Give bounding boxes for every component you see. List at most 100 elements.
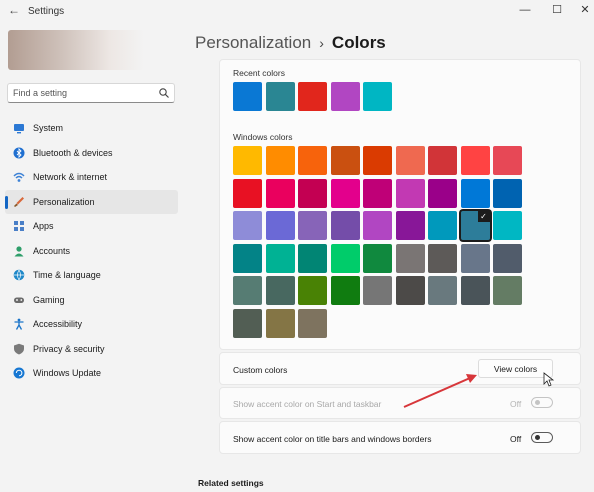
recent-color-swatch[interactable]	[265, 82, 295, 111]
windows-color-swatch[interactable]	[428, 243, 457, 273]
windows-color-swatch[interactable]	[265, 276, 295, 305]
accent-start-toggle[interactable]	[531, 397, 553, 408]
windows-color-swatch[interactable]	[298, 146, 327, 175]
windows-color-swatch[interactable]	[298, 211, 327, 240]
windows-color-swatch[interactable]	[265, 146, 295, 175]
accent-titlebar-row: Show accent color on title bars and wind…	[219, 421, 581, 454]
recent-color-swatch[interactable]	[330, 82, 360, 111]
windows-color-swatch[interactable]	[395, 276, 425, 305]
avatar[interactable]	[8, 30, 144, 70]
sidebar-item-apps[interactable]: Apps	[5, 214, 178, 239]
windows-color-swatch[interactable]	[428, 178, 457, 208]
windows-color-swatch[interactable]	[265, 243, 295, 273]
windows-color-swatch[interactable]	[330, 211, 360, 240]
brush-icon	[14, 196, 24, 207]
windows-color-swatch[interactable]	[233, 211, 262, 240]
windows-color-swatch[interactable]	[460, 146, 490, 175]
windows-color-swatch[interactable]	[330, 243, 360, 273]
recent-color-swatch[interactable]	[233, 82, 262, 111]
accent-start-label: Show accent color on Start and taskbar	[233, 399, 382, 409]
windows-color-swatch[interactable]	[460, 276, 490, 305]
view-colors-button[interactable]: View colors	[478, 359, 553, 378]
breadcrumb-parent[interactable]: Personalization	[195, 33, 311, 52]
accent-start-state: Off	[510, 399, 522, 409]
accent-titlebar-toggle[interactable]	[531, 432, 553, 443]
windows-color-swatch[interactable]	[493, 178, 522, 208]
windows-color-swatch[interactable]	[493, 276, 522, 305]
windows-color-swatch[interactable]	[265, 178, 295, 208]
sidebar-item-personalization[interactable]: Personalization	[5, 189, 178, 214]
windows-color-swatch[interactable]	[233, 276, 262, 305]
globe-clock-icon	[13, 269, 25, 281]
windows-color-swatch[interactable]	[298, 276, 327, 305]
sidebar-item-label: Gaming	[33, 294, 65, 305]
windows-color-swatch[interactable]	[363, 243, 392, 273]
custom-colors-row: Custom colors View colors	[219, 352, 581, 385]
windows-color-swatch[interactable]	[460, 178, 490, 208]
windows-color-swatch[interactable]	[428, 211, 457, 240]
sidebar-item-bluetooth-and-devices[interactable]: Bluetooth & devices	[5, 141, 178, 166]
recent-color-swatch[interactable]	[363, 82, 392, 111]
windows-color-swatch[interactable]	[330, 146, 360, 175]
sidebar-item-time-and-language[interactable]: Time & language	[5, 263, 178, 288]
search-box[interactable]	[7, 83, 175, 103]
windows-color-swatch[interactable]	[493, 146, 522, 175]
back-arrow-icon[interactable]: ←	[8, 3, 20, 17]
sidebar-item-label: Apps	[33, 221, 54, 231]
person-icon	[14, 245, 24, 256]
wifi-icon	[13, 172, 25, 182]
windows-colors-label: Windows colors	[233, 132, 293, 142]
related-settings-heading: Related settings	[198, 478, 264, 488]
sidebar-item-accounts[interactable]: Accounts	[5, 239, 178, 264]
windows-color-swatch[interactable]	[460, 243, 490, 273]
windows-color-swatch[interactable]	[233, 178, 262, 208]
app-title: Settings	[28, 6, 65, 17]
windows-color-swatch[interactable]	[330, 178, 360, 208]
windows-color-swatch[interactable]	[330, 276, 360, 305]
maximize-button[interactable]: ☐	[546, 1, 568, 19]
windows-color-swatch[interactable]	[265, 308, 295, 338]
windows-color-swatch[interactable]	[493, 211, 522, 240]
search-input[interactable]	[13, 86, 153, 100]
windows-color-swatch[interactable]	[233, 146, 262, 175]
windows-color-swatch[interactable]	[493, 243, 522, 273]
sidebar-item-label: Time & language	[33, 270, 101, 280]
windows-color-swatch[interactable]	[298, 178, 327, 208]
sidebar-item-gaming[interactable]: Gaming	[5, 288, 178, 313]
close-button[interactable]: ✕	[574, 1, 594, 19]
recent-colors-label: Recent colors	[233, 68, 285, 78]
windows-color-swatch[interactable]	[395, 178, 425, 208]
sidebar-item-system[interactable]: System	[5, 116, 178, 141]
sidebar-item-privacy-and-security[interactable]: Privacy & security	[5, 337, 178, 362]
accent-start-row: Show accent color on Start and taskbar O…	[219, 387, 581, 419]
windows-color-swatch[interactable]	[395, 243, 425, 273]
sidebar-item-network-and-internet[interactable]: Network & internet	[5, 165, 178, 190]
bluetooth-icon	[13, 147, 25, 158]
windows-color-swatch[interactable]	[298, 308, 327, 338]
breadcrumb: Personalization › Colors	[195, 33, 386, 53]
title-bar: ← Settings — ☐ ✕	[0, 0, 594, 24]
sidebar-item-windows-update[interactable]: Windows Update	[5, 361, 178, 386]
sidebar-item-label: System	[33, 123, 64, 133]
windows-color-swatch[interactable]	[363, 178, 392, 208]
windows-color-swatch[interactable]	[363, 211, 392, 240]
minimize-button[interactable]: —	[514, 1, 536, 19]
search-icon[interactable]	[158, 87, 170, 99]
page-title: Colors	[331, 33, 386, 52]
apps-icon	[14, 221, 24, 231]
breadcrumb-separator: ›	[319, 35, 324, 51]
windows-color-swatch[interactable]	[428, 146, 457, 175]
windows-color-swatch[interactable]	[298, 243, 327, 273]
accent-titlebar-state: Off	[510, 434, 522, 444]
windows-color-swatch[interactable]	[233, 243, 262, 273]
windows-color-swatch[interactable]	[428, 276, 457, 305]
windows-color-swatch[interactable]	[363, 276, 392, 305]
windows-color-swatch[interactable]	[233, 308, 262, 338]
windows-color-swatch[interactable]	[265, 211, 295, 240]
selected-color-swatch[interactable]: ✓	[460, 211, 490, 240]
windows-color-swatch[interactable]	[395, 146, 425, 175]
windows-color-swatch[interactable]	[363, 146, 392, 175]
windows-color-swatch[interactable]	[395, 211, 425, 240]
recent-color-swatch[interactable]	[298, 82, 327, 111]
sidebar-item-accessibility[interactable]: Accessibility	[5, 312, 178, 337]
